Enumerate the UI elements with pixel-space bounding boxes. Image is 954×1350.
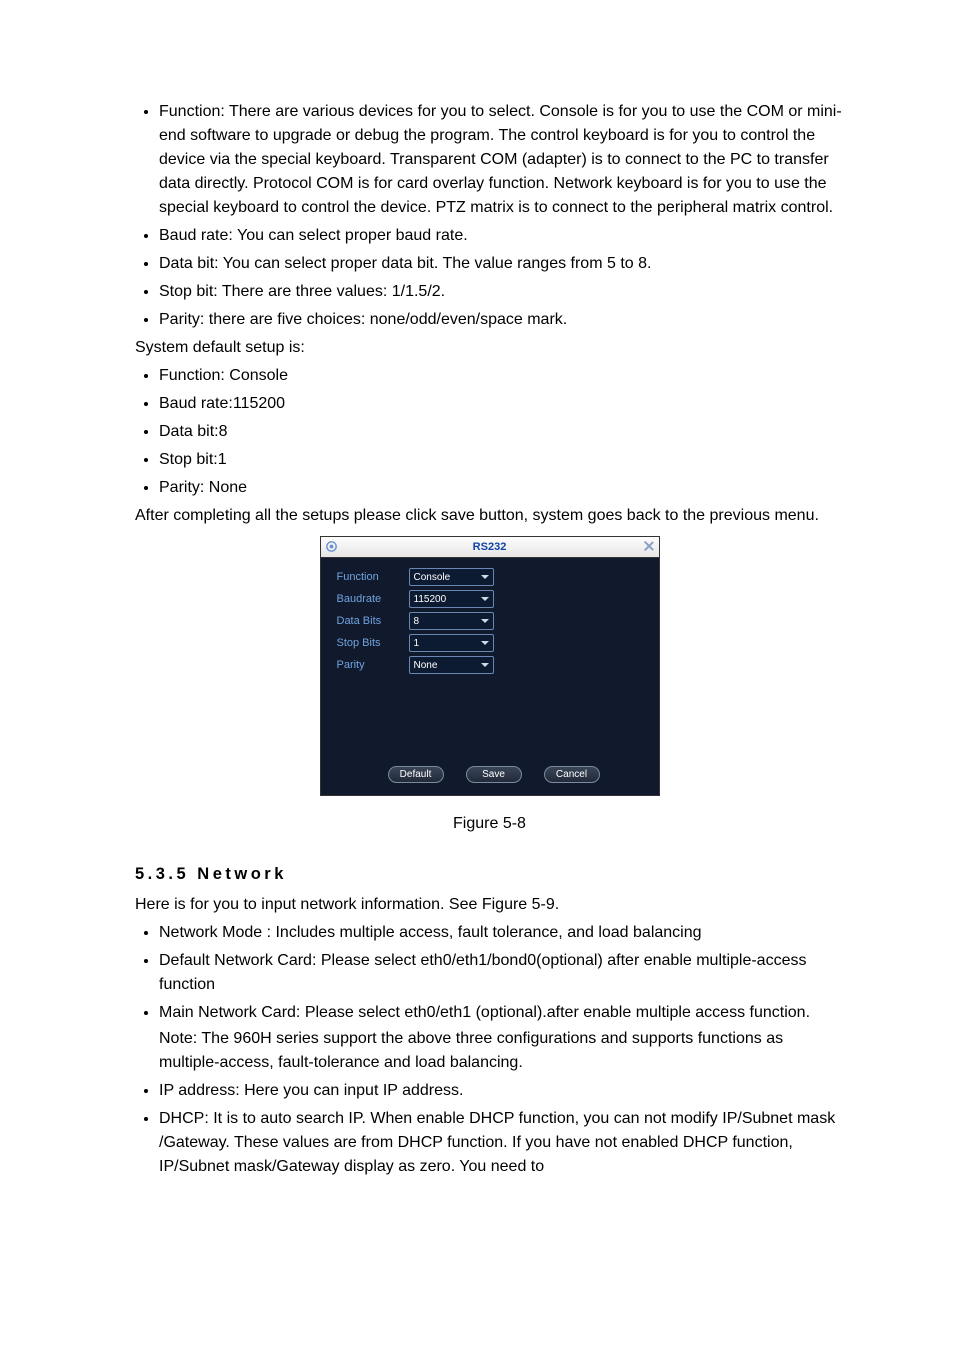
chevron-down-icon [481,575,489,579]
list-item: Baud rate: You can select proper baud ra… [159,224,844,248]
label-function: Function [337,569,409,586]
section-heading-network: 5.3.5 Network [135,862,844,887]
cancel-button[interactable]: Cancel [544,766,600,783]
list-item: DHCP: It is to auto search IP. When enab… [159,1107,844,1179]
after-setup-note: After completing all the setups please c… [135,504,844,528]
list-item: IP address: Here you can input IP addres… [159,1079,844,1103]
baudrate-select[interactable]: 115200 [409,590,494,608]
list-item: Parity: None [159,476,844,500]
save-button[interactable]: Save [466,766,522,783]
label-parity: Parity [337,657,409,674]
stopbits-select-value: 1 [414,636,420,651]
list-item: Parity: there are five choices: none/odd… [159,308,844,332]
list-item: Data bit:8 [159,420,844,444]
document-page: Function: There are various devices for … [0,0,954,1350]
label-baudrate: Baudrate [337,591,409,608]
list-item: Baud rate:115200 [159,392,844,416]
databits-select-value: 8 [414,614,420,629]
settings-icon [324,539,339,554]
label-databits: Data Bits [337,613,409,630]
row-function: Function Console [337,568,643,586]
list-item: Stop bit: There are three values: 1/1.5/… [159,280,844,304]
parity-select[interactable]: None [409,656,494,674]
function-select[interactable]: Console [409,568,494,586]
row-stopbits: Stop Bits 1 [337,634,643,652]
dialog-body: Function Console Baudrate 115200 Data Bi… [321,558,659,688]
system-default-heading: System default setup is: [135,336,844,360]
chevron-down-icon [481,597,489,601]
chevron-down-icon [481,619,489,623]
list-item: Stop bit:1 [159,448,844,472]
list-item: Default Network Card: Please select eth0… [159,949,844,997]
list-item: Function: There are various devices for … [159,100,844,220]
system-default-list: Function: Console Baud rate:115200 Data … [135,364,844,500]
list-item: Main Network Card: Please select eth0/et… [159,1001,844,1075]
chevron-down-icon [481,641,489,645]
row-databits: Data Bits 8 [337,612,643,630]
label-stopbits: Stop Bits [337,635,409,652]
stopbits-select[interactable]: 1 [409,634,494,652]
dialog-footer: Default Save Cancel [321,766,663,783]
rs232-description-list: Function: There are various devices for … [135,100,844,332]
bullet-note: Note: The 960H series support the above … [159,1027,844,1075]
figure-caption: Figure 5-8 [135,812,844,836]
databits-select[interactable]: 8 [409,612,494,630]
list-item: Data bit: You can select proper data bit… [159,252,844,276]
list-item: Function: Console [159,364,844,388]
network-bullet-list: Network Mode : Includes multiple access,… [135,921,844,1179]
function-select-value: Console [414,570,451,585]
figure-5-8: RS232 Function Console Baudrate 115200 [135,536,844,836]
rs232-dialog: RS232 Function Console Baudrate 115200 [320,536,660,796]
close-icon[interactable] [642,540,655,553]
chevron-down-icon [481,663,489,667]
dialog-title: RS232 [473,541,507,553]
dialog-titlebar: RS232 [321,537,659,558]
section-intro: Here is for you to input network informa… [135,893,844,917]
default-button[interactable]: Default [388,766,444,783]
list-item: Network Mode : Includes multiple access,… [159,921,844,945]
row-baudrate: Baudrate 115200 [337,590,643,608]
bullet-text: Main Network Card: Please select eth0/et… [159,1004,810,1021]
row-parity: Parity None [337,656,643,674]
baudrate-select-value: 115200 [414,592,447,607]
parity-select-value: None [414,658,438,673]
